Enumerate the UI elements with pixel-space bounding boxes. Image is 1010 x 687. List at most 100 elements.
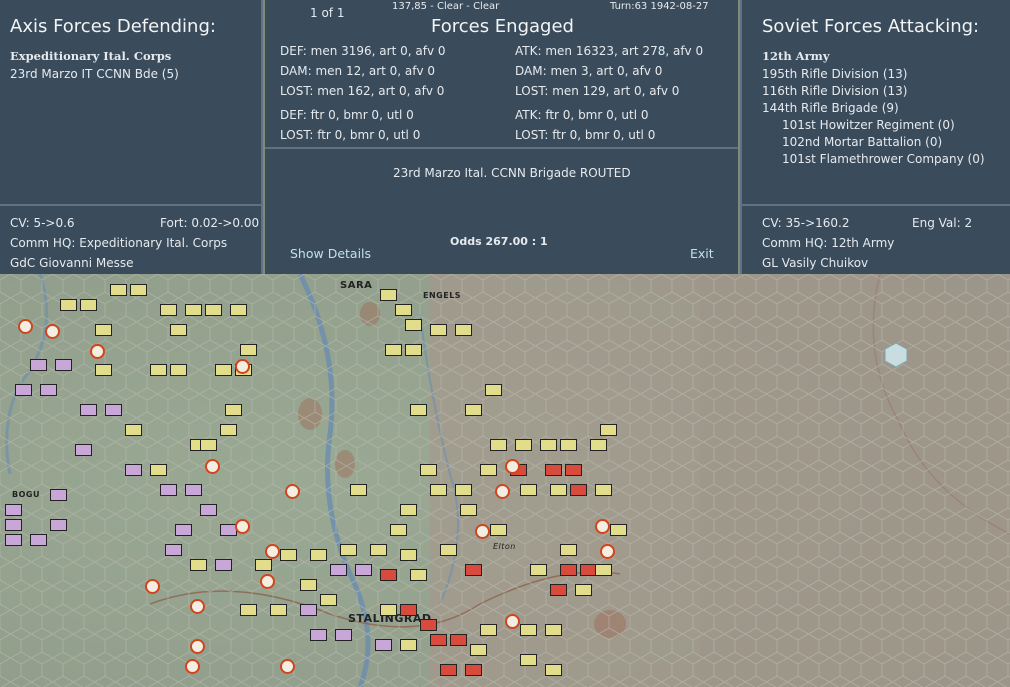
soviet-subunit-1[interactable]: 101st Howitzer Regiment (0) xyxy=(782,118,955,132)
air-unit-roundel[interactable] xyxy=(190,639,205,654)
air-unit-roundel[interactable] xyxy=(475,524,490,539)
air-unit-roundel[interactable] xyxy=(45,324,60,339)
unit-counter[interactable] xyxy=(560,544,577,556)
air-unit-roundel[interactable] xyxy=(190,599,205,614)
unit-counter[interactable] xyxy=(595,484,612,496)
air-unit-roundel[interactable] xyxy=(505,459,520,474)
air-unit-roundel[interactable] xyxy=(18,319,33,334)
unit-counter[interactable] xyxy=(150,464,167,476)
soviet-unit-3[interactable]: 144th Rifle Brigade (9) xyxy=(762,101,899,115)
unit-counter[interactable] xyxy=(575,584,592,596)
unit-counter[interactable] xyxy=(30,359,47,371)
unit-counter[interactable] xyxy=(455,324,472,336)
unit-counter[interactable] xyxy=(5,519,22,531)
unit-counter[interactable] xyxy=(215,559,232,571)
unit-counter[interactable] xyxy=(80,404,97,416)
unit-counter[interactable] xyxy=(375,639,392,651)
unit-counter[interactable] xyxy=(520,654,537,666)
unit-counter[interactable] xyxy=(490,524,507,536)
unit-counter[interactable] xyxy=(5,504,22,516)
unit-counter[interactable] xyxy=(200,504,217,516)
unit-counter[interactable] xyxy=(400,639,417,651)
air-unit-roundel[interactable] xyxy=(280,659,295,674)
unit-counter[interactable] xyxy=(5,534,22,546)
unit-counter[interactable] xyxy=(320,594,337,606)
unit-counter[interactable] xyxy=(330,564,347,576)
unit-counter[interactable] xyxy=(565,464,582,476)
unit-counter[interactable] xyxy=(15,384,32,396)
unit-counter[interactable] xyxy=(430,324,447,336)
unit-counter[interactable] xyxy=(545,664,562,676)
air-unit-roundel[interactable] xyxy=(145,579,160,594)
unit-counter[interactable] xyxy=(175,524,192,536)
unit-counter[interactable] xyxy=(380,289,397,301)
unit-counter[interactable] xyxy=(440,544,457,556)
unit-counter[interactable] xyxy=(165,544,182,556)
air-unit-roundel[interactable] xyxy=(495,484,510,499)
unit-counter[interactable] xyxy=(310,629,327,641)
unit-counter[interactable] xyxy=(550,484,567,496)
unit-counter[interactable] xyxy=(410,404,427,416)
unit-counter[interactable] xyxy=(200,439,217,451)
unit-counter[interactable] xyxy=(465,564,482,576)
unit-counter[interactable] xyxy=(465,404,482,416)
unit-counter[interactable] xyxy=(255,559,272,571)
air-unit-roundel[interactable] xyxy=(600,544,615,559)
unit-counter[interactable] xyxy=(540,439,557,451)
unit-counter[interactable] xyxy=(385,344,402,356)
air-unit-roundel[interactable] xyxy=(90,344,105,359)
unit-counter[interactable] xyxy=(465,664,482,676)
unit-counter[interactable] xyxy=(300,579,317,591)
unit-counter[interactable] xyxy=(545,464,562,476)
air-unit-roundel[interactable] xyxy=(205,459,220,474)
exit-button[interactable]: Exit xyxy=(690,246,714,261)
soviet-subunit-3[interactable]: 101st Flamethrower Company (0) xyxy=(782,152,985,166)
unit-counter[interactable] xyxy=(240,344,257,356)
unit-counter[interactable] xyxy=(395,304,412,316)
unit-counter[interactable] xyxy=(455,484,472,496)
air-unit-roundel[interactable] xyxy=(285,484,300,499)
unit-counter[interactable] xyxy=(220,424,237,436)
unit-counter[interactable] xyxy=(490,439,507,451)
unit-counter[interactable] xyxy=(340,544,357,556)
air-unit-roundel[interactable] xyxy=(260,574,275,589)
unit-counter[interactable] xyxy=(400,504,417,516)
air-unit-roundel[interactable] xyxy=(595,519,610,534)
unit-counter[interactable] xyxy=(370,544,387,556)
unit-counter[interactable] xyxy=(405,344,422,356)
unit-counter[interactable] xyxy=(335,629,352,641)
unit-counter[interactable] xyxy=(460,504,477,516)
hex-map[interactable]: SARA ENGELS BOGU STALINGRAD Elton xyxy=(0,274,1010,687)
unit-counter[interactable] xyxy=(160,304,177,316)
unit-counter[interactable] xyxy=(380,569,397,581)
unit-counter[interactable] xyxy=(95,324,112,336)
unit-counter[interactable] xyxy=(225,404,242,416)
show-details-button[interactable]: Show Details xyxy=(290,246,371,261)
unit-counter[interactable] xyxy=(520,624,537,636)
unit-counter[interactable] xyxy=(480,624,497,636)
axis-unit-1[interactable]: 23rd Marzo IT CCNN Bde (5) xyxy=(10,67,179,81)
unit-counter[interactable] xyxy=(520,484,537,496)
unit-counter[interactable] xyxy=(355,564,372,576)
air-unit-roundel[interactable] xyxy=(235,359,250,374)
unit-counter[interactable] xyxy=(105,404,122,416)
air-unit-roundel[interactable] xyxy=(505,614,520,629)
unit-counter[interactable] xyxy=(230,304,247,316)
unit-counter[interactable] xyxy=(485,384,502,396)
unit-counter[interactable] xyxy=(240,604,257,616)
unit-counter[interactable] xyxy=(405,319,422,331)
unit-counter[interactable] xyxy=(515,439,532,451)
unit-counter[interactable] xyxy=(60,299,77,311)
unit-counter[interactable] xyxy=(185,304,202,316)
unit-counter[interactable] xyxy=(440,664,457,676)
unit-counter[interactable] xyxy=(170,364,187,376)
unit-counter[interactable] xyxy=(190,559,207,571)
unit-counter[interactable] xyxy=(40,384,57,396)
unit-counter[interactable] xyxy=(400,604,417,616)
unit-counter[interactable] xyxy=(300,604,317,616)
unit-counter[interactable] xyxy=(50,519,67,531)
unit-counter[interactable] xyxy=(310,549,327,561)
unit-counter[interactable] xyxy=(270,604,287,616)
unit-counter[interactable] xyxy=(530,564,547,576)
unit-counter[interactable] xyxy=(280,549,297,561)
